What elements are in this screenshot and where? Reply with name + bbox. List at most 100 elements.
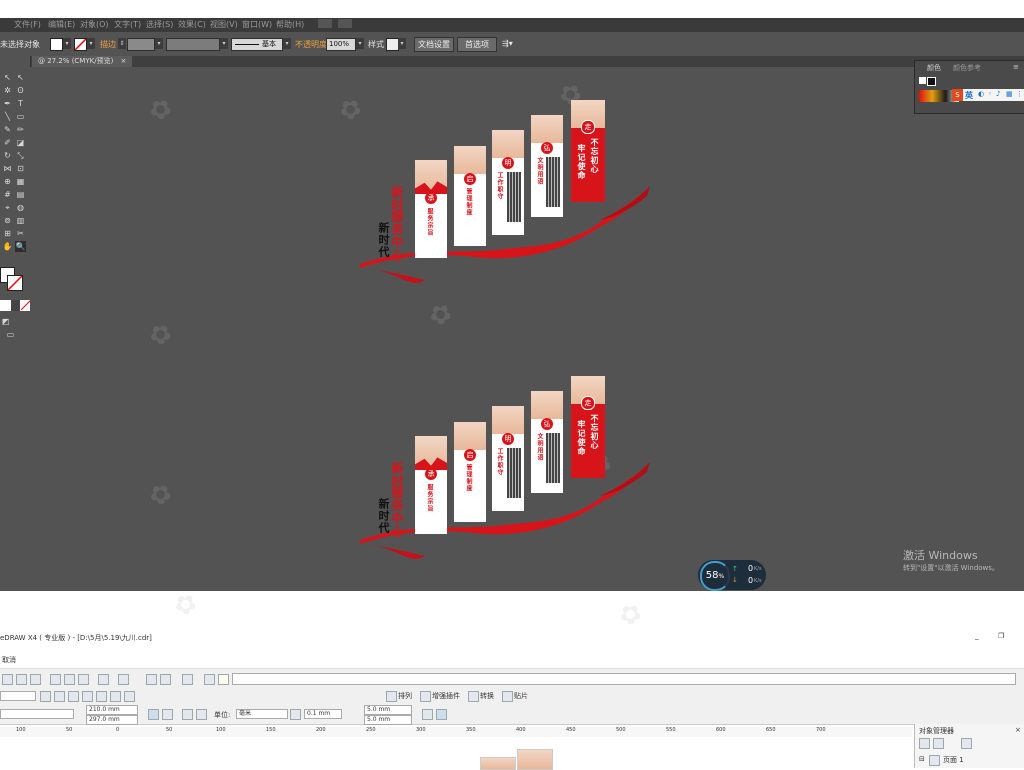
menu-type[interactable]: 文字(T) (114, 19, 141, 30)
keyboard-icon[interactable]: ▦ (1006, 90, 1013, 98)
selection-tool-icon[interactable]: ↖ (2, 72, 13, 83)
expand-icon[interactable]: ⊟ (919, 755, 925, 763)
culture-wall-artwork[interactable]: 新时 服务中心 新时代 承 服务宗旨 启 管理制度 明 工作职守 弘 文明用语 (355, 376, 655, 566)
plugin-tile-icon[interactable] (502, 691, 513, 702)
lasso-tool-icon[interactable]: ʘ (15, 85, 26, 96)
stroke-weight-field[interactable] (127, 38, 155, 51)
stroke-label[interactable]: 描边 (100, 39, 116, 50)
symbol-sprayer-tool-icon[interactable]: ⊚ (2, 215, 13, 226)
blob-brush-tool-icon[interactable]: ✐ (2, 137, 13, 148)
menu-object[interactable]: 对象(O) (80, 19, 109, 30)
units-dropdown[interactable]: 毫米 (236, 709, 288, 719)
mesh-tool-icon[interactable]: # (2, 189, 13, 200)
tab-color[interactable]: 颜色 (927, 63, 941, 73)
draw-mode-icon[interactable]: ◩ (0, 316, 11, 327)
line-tool-icon[interactable]: ╲ (2, 111, 13, 122)
zoom-tool-icon[interactable]: 🔍 (15, 241, 26, 252)
current-page-icon[interactable] (196, 709, 207, 720)
menu-grid-icon[interactable]: ⋮ (1016, 90, 1023, 98)
width-tool-icon[interactable]: ⋈ (2, 163, 13, 174)
new-layer-icon[interactable] (919, 738, 930, 749)
column-graph-tool-icon[interactable]: ▥ (15, 215, 26, 226)
undo-icon[interactable] (98, 674, 109, 685)
all-pages-icon[interactable] (182, 709, 193, 720)
menu-select[interactable]: 选择(S) (146, 19, 173, 30)
portrait-icon[interactable] (148, 709, 159, 720)
zoom-selected-icon[interactable] (68, 691, 79, 702)
culture-wall-artwork[interactable]: 新时 服务中心 新时代 承 服务宗旨 启 管理制度 明 工作职守 弘 文明用语 (355, 100, 655, 290)
duplicate-x-field[interactable]: 5.0 mm (364, 705, 412, 715)
stroke-box[interactable] (7, 275, 23, 291)
shape-builder-tool-icon[interactable]: ⊕ (2, 176, 13, 187)
punctuation-icon[interactable]: ◦ (988, 90, 992, 98)
fill-dropdown[interactable]: ▾ (63, 38, 71, 49)
stroke-dropdown[interactable]: ▾ (87, 38, 95, 49)
opacity-field[interactable]: 100% (326, 38, 356, 51)
menu-view[interactable]: 视图(V) (210, 19, 238, 30)
document-tab[interactable]: @ 27.2% (CMYK/预览) × (32, 56, 133, 67)
paste-icon[interactable] (78, 674, 89, 685)
close-icon[interactable]: × (1015, 726, 1021, 734)
brush-style-dropdown[interactable]: ▾ (283, 38, 291, 49)
artboard-tool-icon[interactable]: ⊞ (2, 228, 13, 239)
opacity-label[interactable]: 不透明度 (295, 39, 327, 50)
plugin-arrange-icon[interactable] (386, 691, 397, 702)
zoom-in-icon[interactable] (40, 691, 51, 702)
arrange-icon[interactable] (338, 19, 352, 28)
eyedropper-tool-icon[interactable]: ⌖ (2, 202, 13, 213)
fill-swatch[interactable] (50, 38, 63, 51)
zoom-width-icon[interactable] (110, 691, 121, 702)
plugin-enhance-label[interactable]: 增强插件 (432, 691, 460, 701)
rotate-tool-icon[interactable]: ↻ (2, 150, 13, 161)
options-icon[interactable] (436, 709, 447, 720)
restore-icon[interactable]: ❐ (998, 632, 1004, 640)
menu-edit[interactable]: 编辑(E) (48, 19, 75, 30)
arrange-documents-icon[interactable]: ⇶▾ (502, 39, 513, 48)
nudge-icon[interactable] (290, 709, 301, 720)
stroke-swatch-small[interactable] (927, 77, 936, 86)
paintbrush-tool-icon[interactable]: ✎ (2, 124, 13, 135)
zoom-level-field[interactable] (0, 691, 36, 701)
scale-tool-icon[interactable]: ⤡ (15, 150, 26, 161)
zoom-all-icon[interactable] (82, 691, 93, 702)
perspective-grid-tool-icon[interactable]: ▦ (15, 176, 26, 187)
rectangle-tool-icon[interactable]: ▭ (15, 111, 26, 122)
corel-online-icon[interactable] (218, 674, 229, 685)
plugin-arrange-label[interactable]: 排列 (398, 691, 412, 701)
opacity-dropdown[interactable]: ▾ (356, 38, 364, 49)
bridge-icon[interactable] (318, 19, 332, 28)
panel-collapse-icon[interactable]: ≡ (1013, 63, 1019, 71)
pen-tool-icon[interactable]: ✒ (2, 98, 13, 109)
plugin-tile-label[interactable]: 贴片 (514, 691, 528, 701)
app-launcher-icon[interactable] (182, 674, 193, 685)
slice-tool-icon[interactable]: ✂ (15, 228, 26, 239)
direct-selection-tool-icon[interactable]: ↖ (15, 72, 26, 83)
plugin-enhance-icon[interactable] (420, 691, 431, 702)
plugin-convert-icon[interactable] (468, 691, 479, 702)
zoom-height-icon[interactable] (124, 691, 135, 702)
menu-cancel[interactable]: 取消 (2, 655, 16, 665)
brush-style-field[interactable]: 基本 (231, 38, 283, 51)
zoom-page-icon[interactable] (96, 691, 107, 702)
plugin-convert-label[interactable]: 转换 (480, 691, 494, 701)
redo-icon[interactable] (118, 674, 129, 685)
new-icon[interactable] (2, 674, 13, 685)
landscape-icon[interactable] (162, 709, 173, 720)
free-transform-tool-icon[interactable]: ⊡ (15, 163, 26, 174)
variable-width-field[interactable] (166, 38, 220, 51)
magic-wand-tool-icon[interactable]: ✲ (2, 85, 13, 96)
fill-swatch-small[interactable] (919, 77, 926, 84)
document-setup-button[interactable]: 文档设置 (414, 37, 454, 52)
menu-effect[interactable]: 效果(C) (178, 19, 206, 30)
tab-color-guide[interactable]: 颜色参考 (953, 63, 981, 73)
cut-icon[interactable] (50, 674, 61, 685)
stroke-weight-dropdown[interactable]: ▾ (155, 38, 163, 49)
variable-width-dropdown[interactable]: ▾ (220, 38, 228, 49)
layer-view-icon[interactable] (961, 738, 972, 749)
layer-options-icon[interactable] (933, 738, 944, 749)
paper-size-dropdown[interactable] (0, 709, 74, 719)
gradient-tool-icon[interactable]: ▤ (15, 189, 26, 200)
treat-as-filled-icon[interactable] (422, 709, 433, 720)
microphone-icon[interactable]: ♪ (996, 90, 1000, 98)
zoom-out-icon[interactable] (54, 691, 65, 702)
